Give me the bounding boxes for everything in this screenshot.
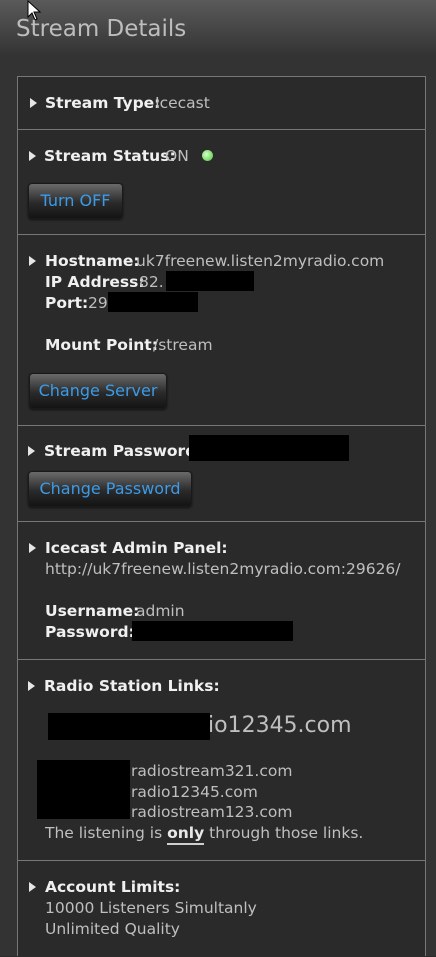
expand-arrow-icon xyxy=(29,543,36,553)
link-item[interactable]: radiostream123.com xyxy=(131,803,292,821)
account-limits-section: Account Limits: 10000 Listeners Simultan… xyxy=(18,860,425,957)
hostname-value: uk7freenew.listen2myradio.com xyxy=(136,252,385,270)
expand-arrow-icon xyxy=(29,256,36,266)
stream-status-label: Stream Status: xyxy=(44,147,176,165)
listening-note: The listening is only through those link… xyxy=(45,824,364,845)
change-server-button[interactable]: Change Server xyxy=(29,373,167,409)
note-emphasis: only xyxy=(167,824,205,845)
redacted-port xyxy=(108,292,198,312)
primary-link[interactable]: io12345.com xyxy=(208,713,352,738)
stream-type-label: Stream Type: xyxy=(45,94,161,112)
stream-status-section: Stream Status: ON Turn OFF xyxy=(18,129,425,234)
expand-arrow-icon xyxy=(28,681,35,691)
note-text-end: through those links. xyxy=(209,824,364,842)
listeners-limit: 10000 Listeners Simultanly xyxy=(45,899,257,917)
redacted-admin-password xyxy=(132,621,293,641)
radio-links-label: Radio Station Links: xyxy=(44,677,220,695)
username-label: Username: xyxy=(45,602,140,620)
admin-password-label: Password: xyxy=(45,623,135,641)
expand-arrow-icon xyxy=(29,151,36,161)
admin-panel-label: Icecast Admin Panel: xyxy=(45,539,228,557)
redacted-ip xyxy=(166,271,254,291)
ip-address-value: 82. xyxy=(139,273,164,291)
quality-limit: Unlimited Quality xyxy=(45,920,180,938)
redacted-primary-link xyxy=(48,713,210,740)
details-list: Stream Type: Icecast Stream Status: ON T… xyxy=(17,76,426,956)
ip-address-label: IP Address: xyxy=(45,273,145,291)
mount-point-value: /stream xyxy=(153,336,213,354)
admin-panel-section: Icecast Admin Panel: http://uk7freenew.l… xyxy=(18,521,425,659)
stream-type-section: Stream Type: Icecast xyxy=(18,76,425,129)
username-value: admin xyxy=(136,602,185,620)
account-limits-label: Account Limits: xyxy=(45,878,181,896)
redacted-link-prefix xyxy=(37,760,130,819)
stream-password-label: Stream Password: xyxy=(44,442,203,460)
redacted-password xyxy=(189,435,349,461)
mount-point-label: Mount Point: xyxy=(45,336,158,354)
radio-links-section: Radio Station Links: io12345.com radiost… xyxy=(18,659,425,860)
change-password-button[interactable]: Change Password xyxy=(28,471,192,507)
hostname-label: Hostname: xyxy=(45,252,140,270)
expand-arrow-icon xyxy=(30,98,37,108)
status-indicator xyxy=(202,150,213,161)
page-title: Stream Details xyxy=(16,16,187,42)
expand-arrow-icon xyxy=(28,446,35,456)
link-item[interactable]: radiostream321.com xyxy=(131,762,292,780)
port-label: Port: xyxy=(45,294,89,312)
port-value: 29 xyxy=(88,294,108,312)
link-item[interactable]: radio12345.com xyxy=(131,783,258,801)
stream-password-section: Stream Password: Change Password xyxy=(18,425,425,521)
note-text-start: The listening is xyxy=(45,824,163,842)
stream-status-value: ON xyxy=(165,147,189,165)
turn-off-button[interactable]: Turn OFF xyxy=(28,183,123,219)
stream-type-value: Icecast xyxy=(155,94,210,112)
expand-arrow-icon xyxy=(29,882,36,892)
admin-panel-url[interactable]: http://uk7freenew.listen2myradio.com:296… xyxy=(45,560,401,578)
server-section: Hostname: uk7freenew.listen2myradio.com … xyxy=(18,234,425,425)
